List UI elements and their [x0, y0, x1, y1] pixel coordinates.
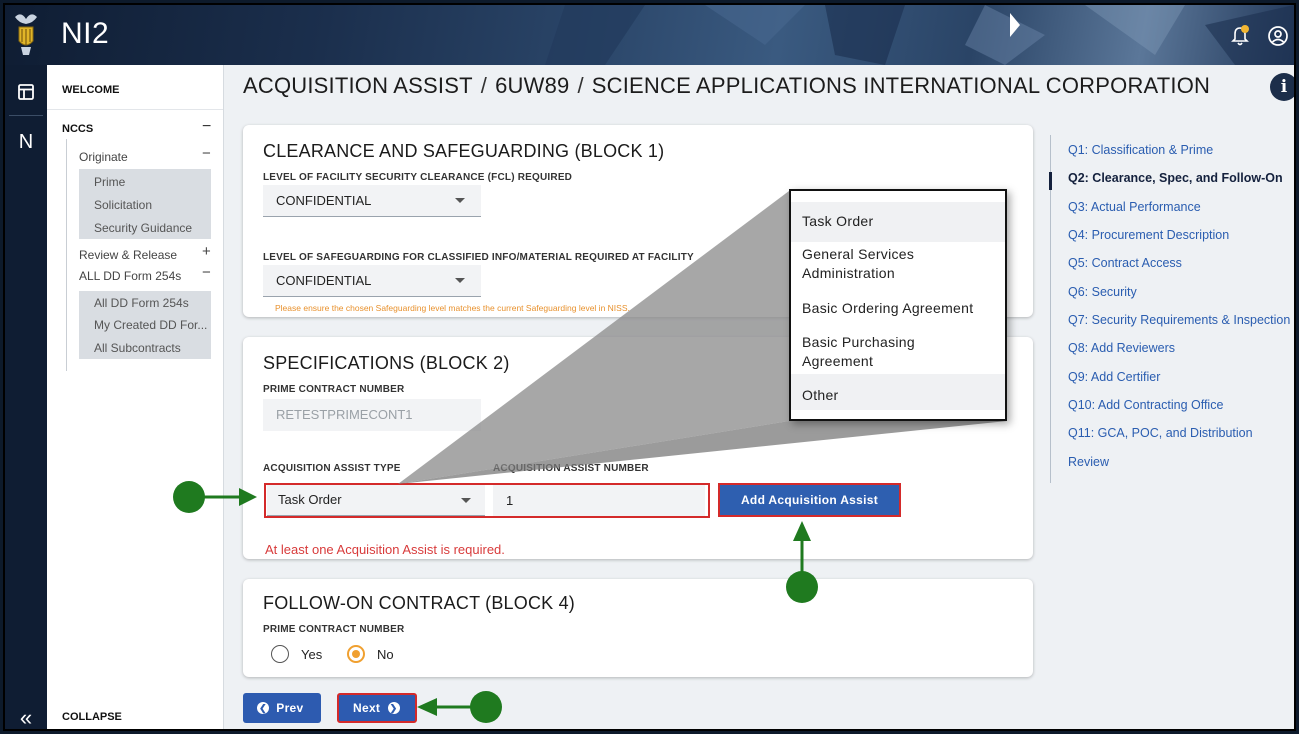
- toc-active-indicator: [1049, 172, 1052, 190]
- add-acquisition-assist-button[interactable]: Add Acquisition Assist: [718, 483, 901, 517]
- acq-type-selected-value: Task Order: [278, 492, 342, 507]
- block2-title: SPECIFICATIONS (BLOCK 2): [263, 353, 510, 373]
- breadcrumb-separator: /: [577, 73, 584, 98]
- toc-item-q10[interactable]: Q10: Add Contracting Office: [1068, 398, 1223, 412]
- acq-type-select[interactable]: Task Order: [267, 485, 485, 516]
- info-icon[interactable]: i: [1270, 73, 1294, 101]
- dashboard-icon[interactable]: [5, 81, 47, 103]
- prev-label: Prev: [276, 701, 304, 715]
- dropdown-option-other[interactable]: Other: [791, 374, 1005, 410]
- toc-item-q9[interactable]: Q9: Add Certifier: [1068, 370, 1160, 384]
- app-frame: NI2 N « WELCOME NCCS − Originate − Prime…: [3, 3, 1296, 731]
- prime-contract-value: RETESTPRIMECONT1: [263, 399, 481, 431]
- caret-down-icon: [461, 498, 471, 503]
- toc-item-q5[interactable]: Q5: Contract Access: [1068, 256, 1182, 270]
- all-dd-collapse-toggle[interactable]: −: [202, 264, 211, 281]
- originate-collapse-toggle[interactable]: −: [202, 145, 211, 162]
- review-expand-toggle[interactable]: +: [202, 243, 211, 260]
- dropdown-option-bpa[interactable]: Basic Purchasing Agreement: [791, 333, 971, 371]
- acq-number-label: ACQUISITION ASSIST NUMBER: [493, 463, 649, 474]
- rail-nccs-button[interactable]: N: [5, 131, 47, 154]
- radio-no[interactable]: [347, 645, 365, 663]
- nav-nccs[interactable]: NCCS: [62, 123, 93, 135]
- followon-label: PRIME CONTRACT NUMBER: [263, 624, 405, 635]
- breadcrumb-company: SCIENCE APPLICATIONS INTERNATIONAL CORPO…: [591, 73, 1211, 98]
- block4-card: FOLLOW-ON CONTRACT (BLOCK 4) PRIME CONTR…: [243, 579, 1033, 677]
- annotation-dot: [470, 691, 502, 723]
- toc-item-q4[interactable]: Q4: Procurement Description: [1068, 228, 1229, 242]
- radio-yes[interactable]: [271, 645, 289, 663]
- nav-item-all-dd-forms[interactable]: All DD Form 254s: [94, 296, 189, 310]
- breadcrumb: ACQUISITION ASSIST / 6UW89 / SCIENCE APPLICA…: [243, 73, 1210, 99]
- collapse-nav-label[interactable]: COLLAPSE: [62, 711, 122, 723]
- nav-divider: [47, 109, 223, 110]
- toc-item-q7[interactable]: Q7: Security Requirements & Inspection: [1068, 313, 1290, 327]
- acq-number-input[interactable]: [493, 485, 705, 516]
- toc-item-q1[interactable]: Q1: Classification & Prime: [1068, 143, 1213, 157]
- collapse-chevron-icon[interactable]: «: [5, 705, 47, 729]
- nav-originate[interactable]: Originate: [79, 150, 128, 164]
- toc-item-q11[interactable]: Q11: GCA, POC, and Distribution: [1068, 426, 1253, 440]
- user-account-icon[interactable]: [1267, 25, 1289, 47]
- caret-down-icon: [455, 278, 465, 283]
- question-toc: Q1: Classification & Prime Q2: Clearance…: [1049, 135, 1294, 483]
- agency-seal-logo: [15, 14, 37, 55]
- top-bar: NI2: [5, 5, 1294, 65]
- annotation-dot: [173, 481, 205, 513]
- radio-no-label: No: [377, 647, 394, 662]
- acq-type-label: ACQUISITION ASSIST TYPE: [263, 463, 401, 474]
- nav-welcome[interactable]: WELCOME: [62, 84, 119, 96]
- nav-item-all-subcontracts[interactable]: All Subcontracts: [94, 341, 181, 355]
- all-dd-submenu: All DD Form 254s My Created DD For... Al…: [79, 291, 211, 359]
- radio-yes-label: Yes: [301, 647, 323, 662]
- dropdown-option-gsa[interactable]: General Services Administration: [791, 245, 991, 283]
- nav-tree-line: [66, 139, 67, 371]
- annotation-dot: [786, 571, 818, 603]
- acq-error-message: At least one Acquisition Assist is requi…: [265, 542, 505, 557]
- nav-review-release[interactable]: Review & Release: [79, 248, 177, 262]
- fcl-select[interactable]: CONFIDENTIAL: [263, 185, 481, 217]
- nav-item-my-created[interactable]: My Created DD For...: [94, 318, 207, 332]
- toc-item-q2[interactable]: Q2: Clearance, Spec, and Follow-On: [1068, 171, 1283, 185]
- nav-all-dd-forms[interactable]: ALL DD Form 254s: [79, 269, 181, 283]
- safeguarding-selected-value: CONFIDENTIAL: [276, 273, 372, 288]
- nav-item-security-guidance[interactable]: Security Guidance: [94, 221, 192, 235]
- header-background-art: [545, 5, 1294, 65]
- chevron-left-icon: ❮: [257, 701, 269, 714]
- safeguarding-select[interactable]: CONFIDENTIAL: [263, 265, 481, 297]
- left-navigation: WELCOME NCCS − Originate − Prime Solicit…: [47, 65, 224, 729]
- prime-contract-label: PRIME CONTRACT NUMBER: [263, 384, 405, 395]
- notification-bell-icon[interactable]: [1230, 25, 1250, 47]
- breadcrumb-separator: /: [480, 73, 488, 98]
- nav-item-solicitation[interactable]: Solicitation: [94, 198, 152, 212]
- breadcrumb-acquisition-assist[interactable]: ACQUISITION ASSIST: [243, 73, 473, 98]
- acq-type-dropdown-menu: Task Order General Services Administrati…: [789, 189, 1007, 421]
- originate-submenu: Prime Solicitation Security Guidance: [79, 169, 211, 239]
- app-title: NI2: [61, 17, 110, 50]
- safeguarding-warning: Please ensure the chosen Safeguarding le…: [275, 303, 630, 313]
- caret-down-icon: [455, 198, 465, 203]
- icon-rail: N «: [5, 65, 47, 729]
- prev-button[interactable]: ❮ Prev: [243, 693, 321, 723]
- rail-divider: [9, 115, 43, 116]
- toc-item-q8[interactable]: Q8: Add Reviewers: [1068, 341, 1175, 355]
- nccs-collapse-toggle[interactable]: −: [202, 118, 211, 136]
- block1-title: CLEARANCE AND SAFEGUARDING (BLOCK 1): [263, 141, 665, 161]
- toc-item-q3[interactable]: Q3: Actual Performance: [1068, 200, 1201, 214]
- fcl-label: LEVEL OF FACILITY SECURITY CLEARANCE (FC…: [263, 172, 573, 183]
- safeguarding-label: LEVEL OF SAFEGUARDING FOR CLASSIFIED INF…: [263, 252, 694, 263]
- fcl-selected-value: CONFIDENTIAL: [276, 193, 372, 208]
- block4-title: FOLLOW-ON CONTRACT (BLOCK 4): [263, 593, 575, 613]
- dropdown-option-task-order[interactable]: Task Order: [791, 202, 1005, 242]
- chevron-right-icon: ❯: [387, 701, 400, 714]
- dropdown-option-boa[interactable]: Basic Ordering Agreement: [791, 299, 1005, 318]
- nav-item-prime[interactable]: Prime: [94, 175, 125, 189]
- next-label: Next: [353, 701, 381, 715]
- toc-item-q6[interactable]: Q6: Security: [1068, 285, 1137, 299]
- toc-item-review[interactable]: Review: [1068, 455, 1109, 469]
- next-button[interactable]: Next ❯: [337, 693, 417, 723]
- breadcrumb-contract-id[interactable]: 6UW89: [495, 73, 569, 98]
